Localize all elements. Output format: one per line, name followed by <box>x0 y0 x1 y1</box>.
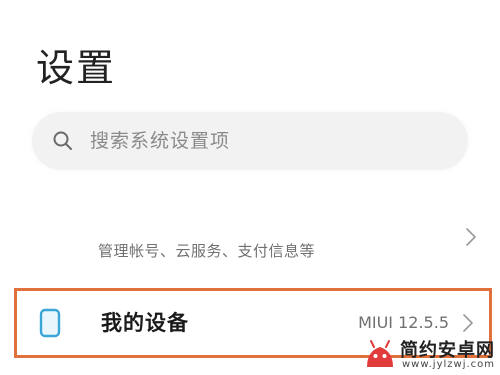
search-icon <box>53 131 72 150</box>
account-description: 管理帐号、云服务、支付信息等 <box>98 242 316 260</box>
account-settings-row[interactable]: 管理帐号、云服务、支付信息等 <box>0 214 500 284</box>
chevron-right-icon <box>463 314 473 332</box>
my-device-label: 我的设备 <box>101 311 189 335</box>
search-input[interactable]: 搜索系统设置项 <box>90 112 230 170</box>
search-bar[interactable]: 搜索系统设置项 <box>32 112 468 170</box>
page-title: 设置 <box>36 46 117 90</box>
watermark: 简约安卓网 www.jylzwj.com <box>362 334 500 375</box>
android-logo-icon <box>367 340 393 367</box>
phone-icon <box>39 308 61 338</box>
watermark-url: www.jylzwj.com <box>402 359 496 370</box>
chevron-right-icon <box>466 228 476 246</box>
settings-screen: 设置 搜索系统设置项 管理帐号、云服务、支付信息等 我的设备 MIUI 12.5… <box>0 0 500 375</box>
